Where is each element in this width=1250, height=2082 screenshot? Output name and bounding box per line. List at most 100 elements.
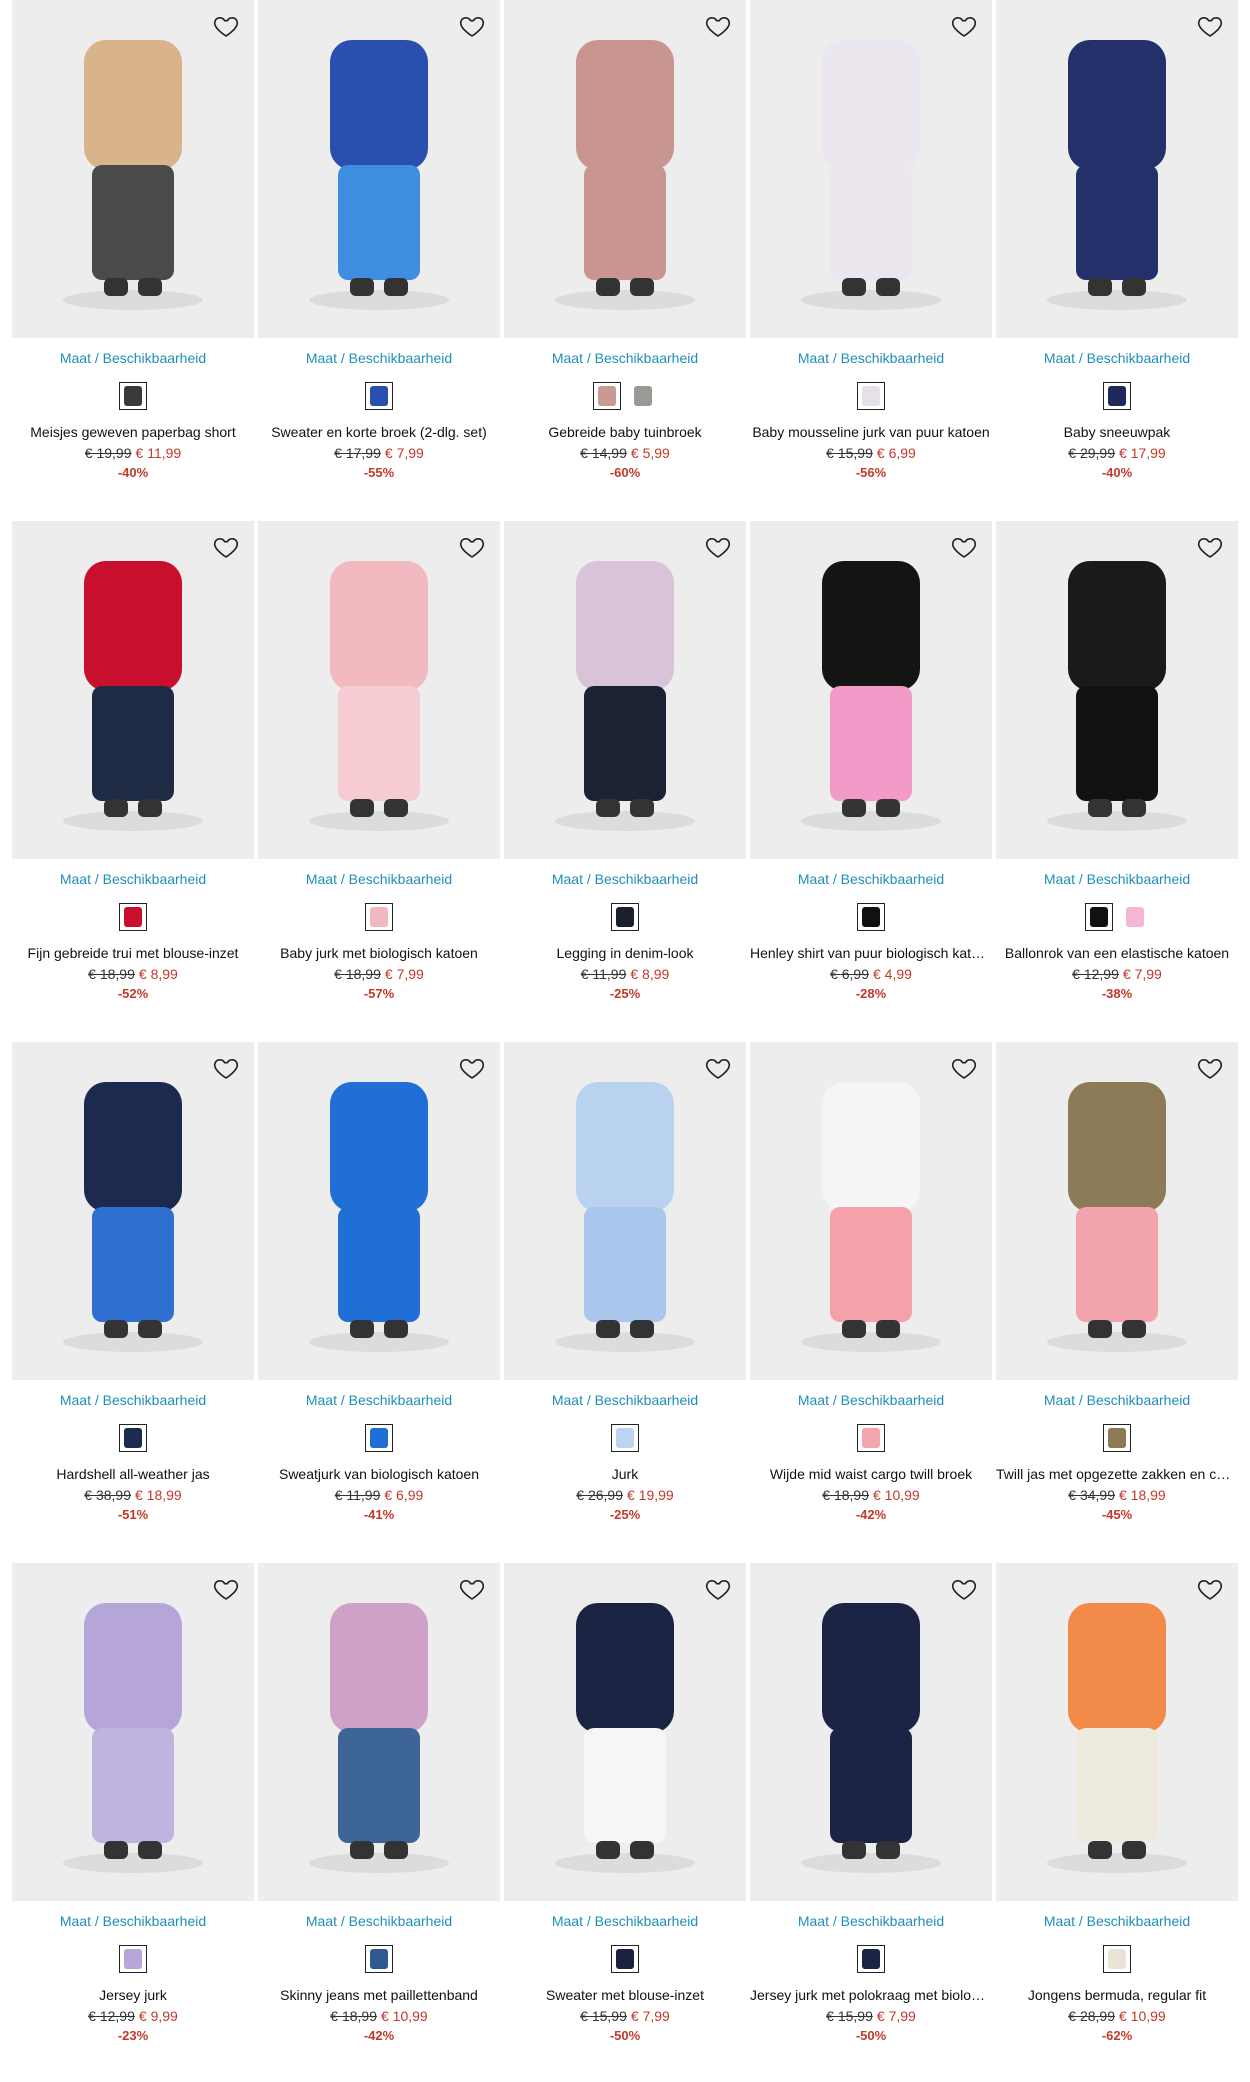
size-availability-link[interactable]: Maat / Beschikbaarheid (750, 871, 992, 887)
product-card[interactable]: Maat / Beschikbaarheid Sweater en korte b… (258, 0, 500, 508)
heart-icon[interactable] (456, 10, 488, 42)
product-image[interactable] (996, 1042, 1238, 1380)
product-card[interactable]: Maat / Beschikbaarheid Sweatjurk van biol… (258, 1042, 500, 1550)
heart-icon[interactable] (456, 531, 488, 563)
product-image[interactable] (258, 1563, 500, 1901)
product-card[interactable]: Maat / Beschikbaarheid Jurk € 26,99 € 19,99… (504, 1042, 746, 1550)
product-name[interactable]: Sweatjurk van biologisch katoen (258, 1466, 500, 1482)
heart-icon[interactable] (456, 1052, 488, 1084)
product-name[interactable]: Jersey jurk (12, 1987, 254, 2003)
size-availability-link[interactable]: Maat / Beschikbaarheid (12, 1913, 254, 1929)
product-image[interactable] (750, 1042, 992, 1380)
product-image[interactable] (504, 521, 746, 859)
color-swatch[interactable] (629, 382, 657, 410)
product-name[interactable]: Baby jurk met biologisch katoen (258, 945, 500, 961)
size-availability-link[interactable]: Maat / Beschikbaarheid (504, 1392, 746, 1408)
product-image[interactable] (750, 0, 992, 338)
heart-icon[interactable] (210, 10, 242, 42)
product-image[interactable] (12, 1563, 254, 1901)
product-card[interactable]: Maat / Beschikbaarheid Meisjes geweven pa… (12, 0, 254, 508)
product-name[interactable]: Jersey jurk met polokraag met biologisch… (750, 1987, 992, 2003)
size-availability-link[interactable]: Maat / Beschikbaarheid (996, 871, 1238, 887)
heart-icon[interactable] (210, 1573, 242, 1605)
product-name[interactable]: Jurk (504, 1466, 746, 1482)
product-name[interactable]: Wijde mid waist cargo twill broek (750, 1466, 992, 1482)
product-name[interactable]: Sweater en korte broek (2-dlg. set) (258, 424, 500, 440)
product-image[interactable] (750, 1563, 992, 1901)
product-card[interactable]: Maat / Beschikbaarheid Sweater met blouse… (504, 1563, 746, 2071)
heart-icon[interactable] (702, 1052, 734, 1084)
color-swatch[interactable] (611, 903, 639, 931)
product-name[interactable]: Skinny jeans met paillettenband (258, 1987, 500, 2003)
product-image[interactable] (12, 0, 254, 338)
color-swatch[interactable] (1103, 1424, 1131, 1452)
size-availability-link[interactable]: Maat / Beschikbaarheid (750, 1392, 992, 1408)
color-swatch[interactable] (1103, 1945, 1131, 1973)
color-swatch[interactable] (365, 1424, 393, 1452)
product-name[interactable]: Hardshell all-weather jas (12, 1466, 254, 1482)
heart-icon[interactable] (456, 1573, 488, 1605)
size-availability-link[interactable]: Maat / Beschikbaarheid (504, 1913, 746, 1929)
heart-icon[interactable] (702, 531, 734, 563)
product-card[interactable]: Maat / Beschikbaarheid Fijn gebreide trui… (12, 521, 254, 1029)
heart-icon[interactable] (702, 1573, 734, 1605)
product-card[interactable]: Maat / Beschikbaarheid Twill jas met opge… (996, 1042, 1238, 1550)
product-card[interactable]: Maat / Beschikbaarheid Baby jurk met biol… (258, 521, 500, 1029)
product-image[interactable] (258, 521, 500, 859)
product-name[interactable]: Henley shirt van puur biologisch katoen (750, 945, 992, 961)
color-swatch[interactable] (119, 382, 147, 410)
product-card[interactable]: Maat / Beschikbaarheid Jersey jurk € 12,99… (12, 1563, 254, 2071)
size-availability-link[interactable]: Maat / Beschikbaarheid (504, 871, 746, 887)
color-swatch[interactable] (611, 1945, 639, 1973)
color-swatch[interactable] (857, 903, 885, 931)
product-name[interactable]: Sweater met blouse-inzet (504, 1987, 746, 2003)
product-name[interactable]: Baby mousseline jurk van puur katoen (750, 424, 992, 440)
product-image[interactable] (12, 521, 254, 859)
product-image[interactable] (504, 1042, 746, 1380)
color-swatch[interactable] (857, 1424, 885, 1452)
color-swatch[interactable] (857, 1945, 885, 1973)
color-swatch[interactable] (119, 903, 147, 931)
product-card[interactable]: Maat / Beschikbaarheid Skinny jeans met p… (258, 1563, 500, 2071)
heart-icon[interactable] (1194, 10, 1226, 42)
size-availability-link[interactable]: Maat / Beschikbaarheid (258, 350, 500, 366)
color-swatch[interactable] (1085, 903, 1113, 931)
size-availability-link[interactable]: Maat / Beschikbaarheid (750, 350, 992, 366)
product-name[interactable]: Legging in denim-look (504, 945, 746, 961)
size-availability-link[interactable]: Maat / Beschikbaarheid (504, 350, 746, 366)
heart-icon[interactable] (948, 1052, 980, 1084)
size-availability-link[interactable]: Maat / Beschikbaarheid (996, 1392, 1238, 1408)
product-card[interactable]: Maat / Beschikbaarheid Legging in denim-l… (504, 521, 746, 1029)
product-card[interactable]: Maat / Beschikbaarheid Hardshell all-weat… (12, 1042, 254, 1550)
color-swatch[interactable] (119, 1945, 147, 1973)
product-name[interactable]: Ballonrok van een elastische katoen (996, 945, 1238, 961)
heart-icon[interactable] (1194, 1052, 1226, 1084)
product-image[interactable] (504, 1563, 746, 1901)
heart-icon[interactable] (210, 531, 242, 563)
color-swatch[interactable] (1103, 382, 1131, 410)
size-availability-link[interactable]: Maat / Beschikbaarheid (258, 1913, 500, 1929)
product-name[interactable]: Meisjes geweven paperbag short (12, 424, 254, 440)
color-swatch[interactable] (1121, 903, 1149, 931)
product-image[interactable] (258, 0, 500, 338)
color-swatch[interactable] (611, 1424, 639, 1452)
product-card[interactable]: Maat / Beschikbaarheid Ballonrok van een … (996, 521, 1238, 1029)
product-image[interactable] (996, 1563, 1238, 1901)
color-swatch[interactable] (365, 1945, 393, 1973)
heart-icon[interactable] (948, 531, 980, 563)
size-availability-link[interactable]: Maat / Beschikbaarheid (996, 350, 1238, 366)
size-availability-link[interactable]: Maat / Beschikbaarheid (12, 350, 254, 366)
size-availability-link[interactable]: Maat / Beschikbaarheid (12, 1392, 254, 1408)
product-card[interactable]: Maat / Beschikbaarheid Baby sneeuwpak € 29… (996, 0, 1238, 508)
color-swatch[interactable] (857, 382, 885, 410)
product-image[interactable] (996, 0, 1238, 338)
product-image[interactable] (750, 521, 992, 859)
product-name[interactable]: Twill jas met opgezette zakken en capuch… (996, 1466, 1238, 1482)
size-availability-link[interactable]: Maat / Beschikbaarheid (258, 1392, 500, 1408)
size-availability-link[interactable]: Maat / Beschikbaarheid (258, 871, 500, 887)
size-availability-link[interactable]: Maat / Beschikbaarheid (12, 871, 254, 887)
color-swatch[interactable] (593, 382, 621, 410)
heart-icon[interactable] (1194, 531, 1226, 563)
product-image[interactable] (996, 521, 1238, 859)
heart-icon[interactable] (948, 1573, 980, 1605)
